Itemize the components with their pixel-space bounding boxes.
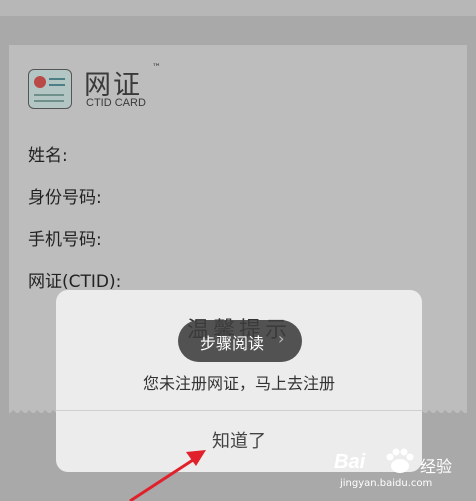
baidu-watermark: Bai 经验 jingyan.baidu.com xyxy=(330,445,476,501)
paw-icon xyxy=(386,448,414,473)
red-arrow-icon xyxy=(129,450,206,501)
watermark-brand: Bai xyxy=(334,451,366,473)
watermark-suffix: 经验 xyxy=(420,457,453,476)
watermark-url: jingyan.baidu.com xyxy=(340,478,433,489)
